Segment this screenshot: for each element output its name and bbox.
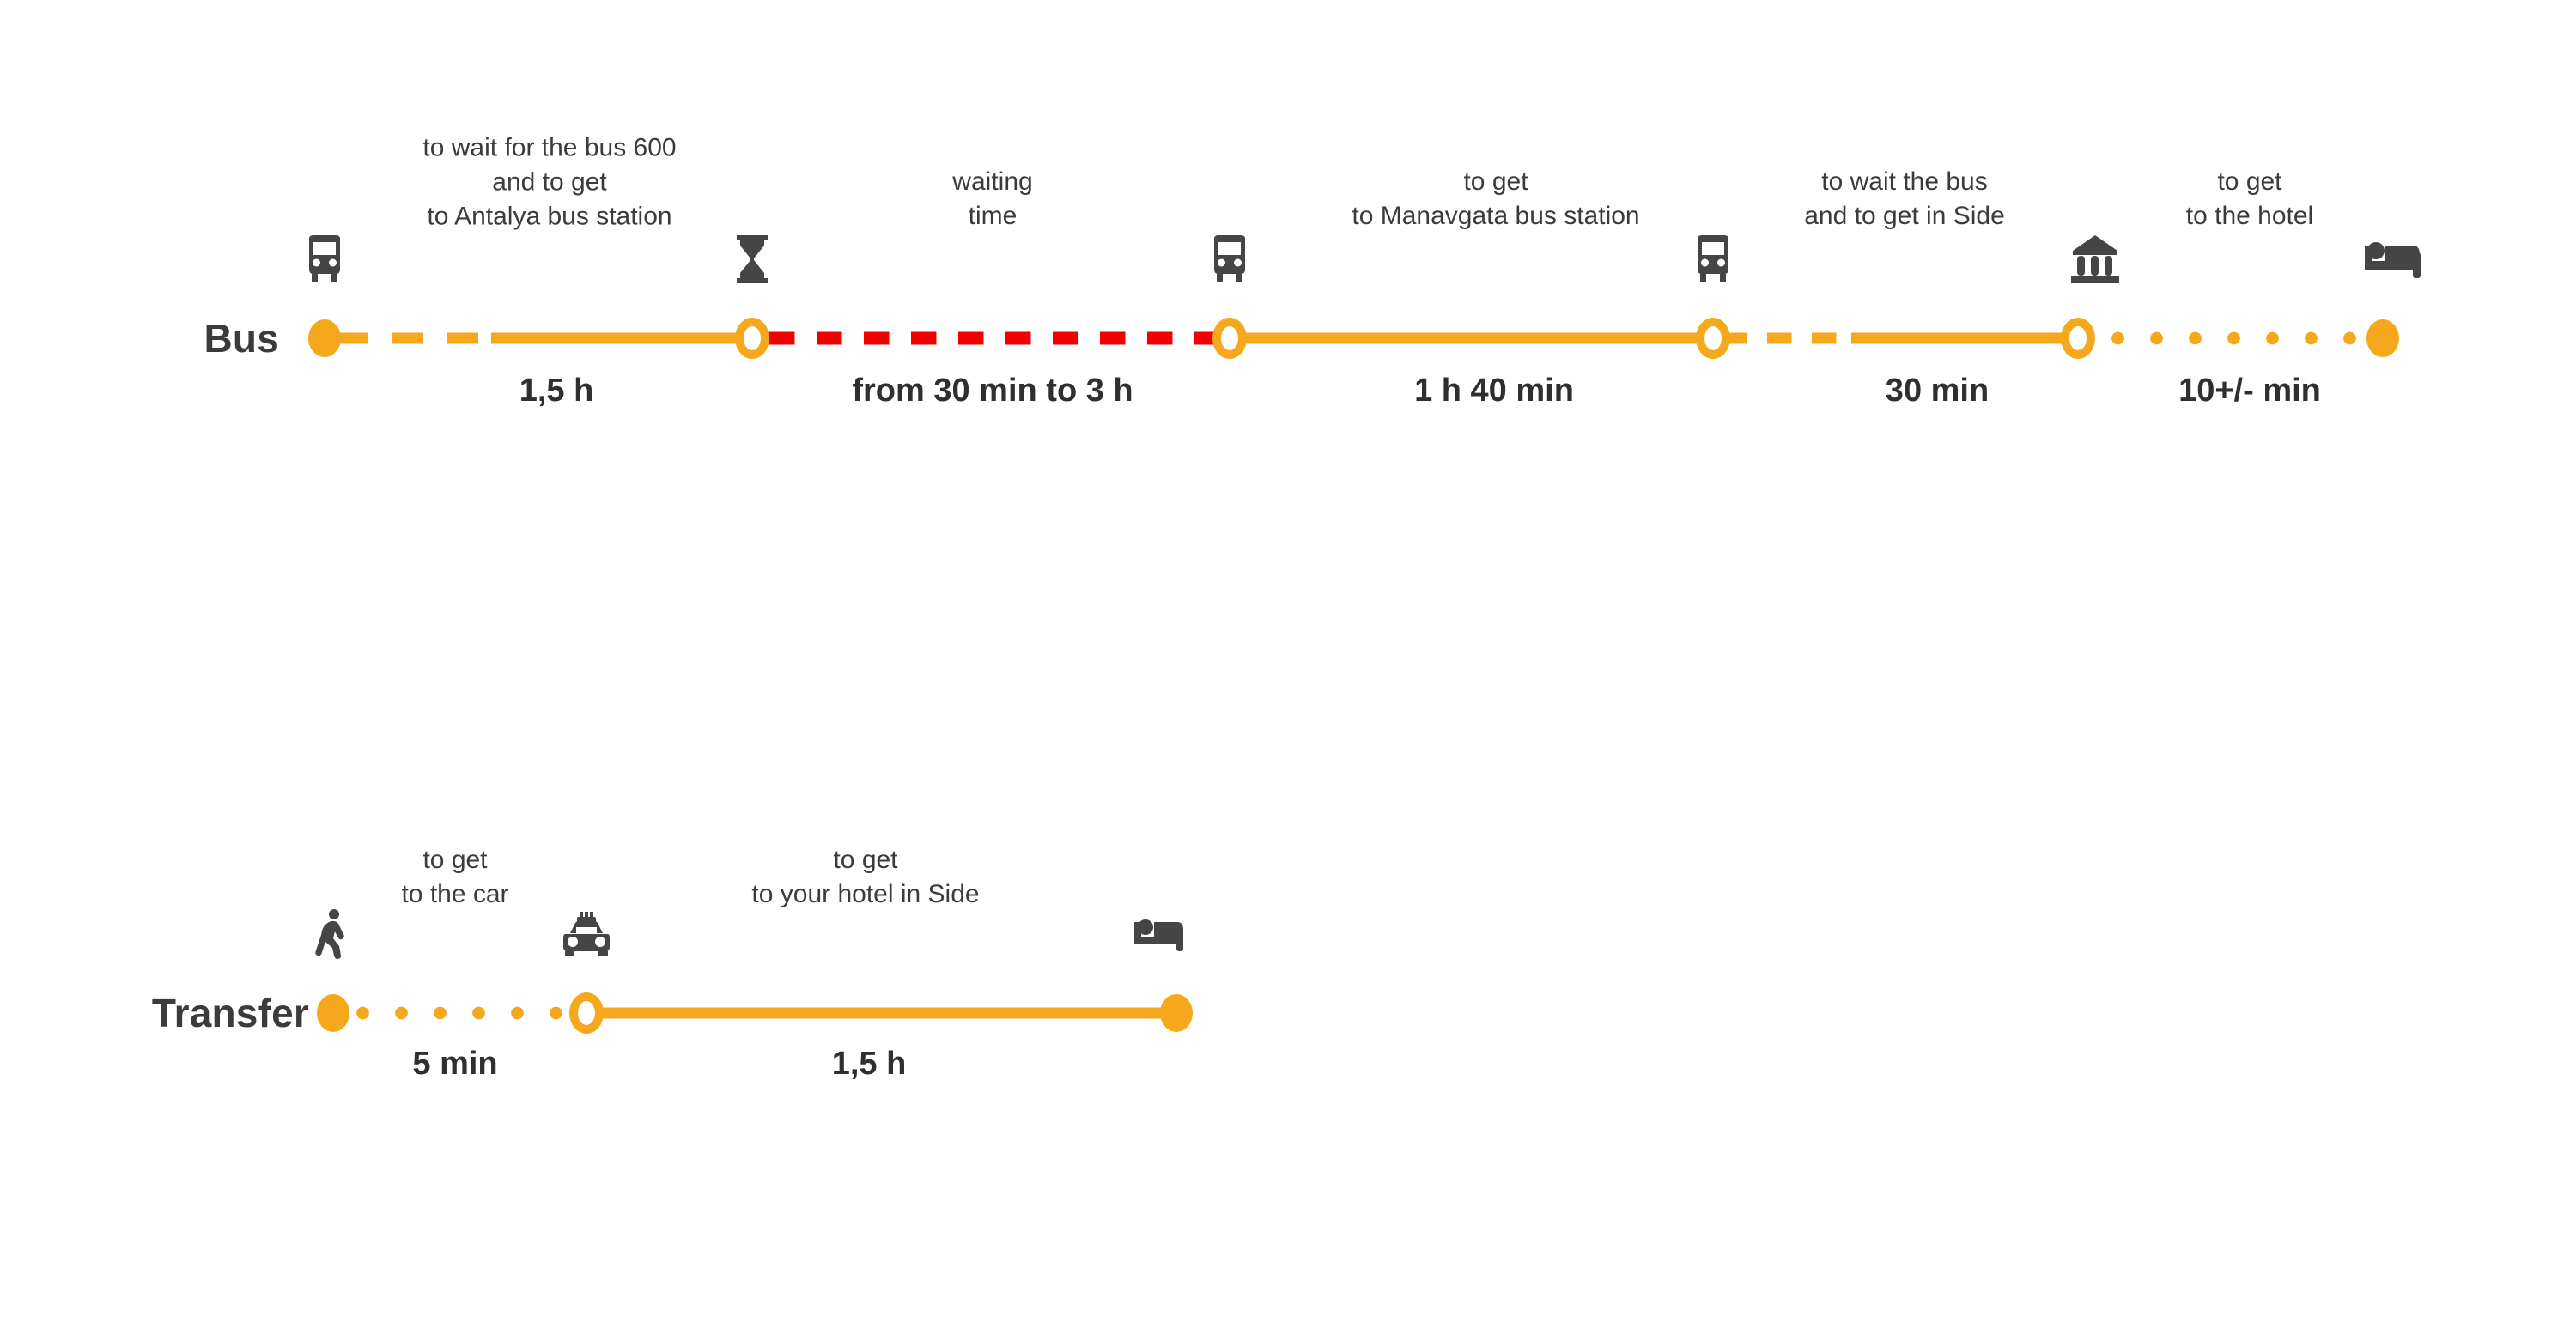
caption-to-antalya-bus-station: to wait for the bus 600 and to get to An… bbox=[422, 133, 677, 231]
caption-to-side: to wait the bus and to get in Side bbox=[1804, 167, 2005, 231]
route-title-bus: Bus bbox=[204, 316, 279, 361]
duration-to-the-hotel: 10+/- min bbox=[2178, 373, 2321, 409]
taxi-icon bbox=[560, 912, 613, 956]
node-transfer-car-pickup[interactable] bbox=[569, 992, 604, 1034]
duration-to-the-car: 5 min bbox=[412, 1046, 498, 1082]
duration-to-your-hotel-in-side: 1,5 h bbox=[831, 1046, 907, 1082]
caption-to-your-hotel-in-side: to get to your hotel in Side bbox=[751, 846, 980, 909]
segment-line-to-antalya-dash bbox=[337, 332, 491, 344]
infographic-canvas: Bus to wait for the bus 600 and to get t… bbox=[0, 0, 2576, 1341]
bus-icon bbox=[1691, 235, 1735, 283]
node-bus-origin[interactable] bbox=[308, 319, 341, 357]
route-title-transfer: Transfer bbox=[151, 991, 309, 1035]
node-bus-manavgata-bus-station[interactable] bbox=[1696, 318, 1730, 359]
node-bus-bus-departure[interactable] bbox=[1212, 318, 1247, 359]
node-transfer-hotel[interactable] bbox=[1160, 994, 1193, 1032]
segment-line-to-the-car bbox=[343, 1006, 586, 1020]
hourglass-icon bbox=[735, 235, 769, 283]
walking-icon bbox=[315, 909, 348, 959]
bus-icon bbox=[1207, 235, 1252, 283]
temple-icon bbox=[2071, 235, 2119, 283]
node-transfer-origin[interactable] bbox=[317, 994, 349, 1032]
duration-to-antalya-bus-station: 1,5 h bbox=[519, 373, 594, 409]
bed-icon bbox=[1134, 917, 1188, 951]
segment-line-to-the-hotel bbox=[2099, 331, 2373, 345]
segment-line-waiting-time bbox=[769, 331, 1214, 345]
duration-to-manavgata-bus-station: 1 h 40 min bbox=[1414, 373, 1574, 409]
segment-line-to-antalya-solid bbox=[491, 332, 749, 344]
duration-waiting-time: from 30 min to 3 h bbox=[852, 373, 1133, 409]
bus-icon bbox=[302, 235, 347, 283]
node-bus-side-arrival[interactable] bbox=[2061, 318, 2095, 359]
caption-to-the-hotel: to get to the hotel bbox=[2185, 167, 2314, 231]
segment-line-to-side-dash bbox=[1722, 332, 1851, 344]
caption-to-the-car: to get to the car bbox=[401, 846, 509, 909]
segment-line-to-side-solid bbox=[1851, 332, 2069, 344]
node-bus-hotel[interactable] bbox=[2366, 319, 2399, 357]
node-bus-antalya-bus-station[interactable] bbox=[735, 318, 769, 359]
duration-to-side: 30 min bbox=[1885, 373, 1990, 409]
caption-waiting-time: waiting time bbox=[952, 167, 1033, 231]
bed-icon bbox=[2365, 240, 2427, 278]
segment-line-to-your-hotel-in-side bbox=[596, 1007, 1182, 1019]
segment-line-to-manavgata bbox=[1240, 332, 1704, 344]
caption-to-manavgata-bus-station: to get to Manavgata bus station bbox=[1352, 167, 1640, 231]
